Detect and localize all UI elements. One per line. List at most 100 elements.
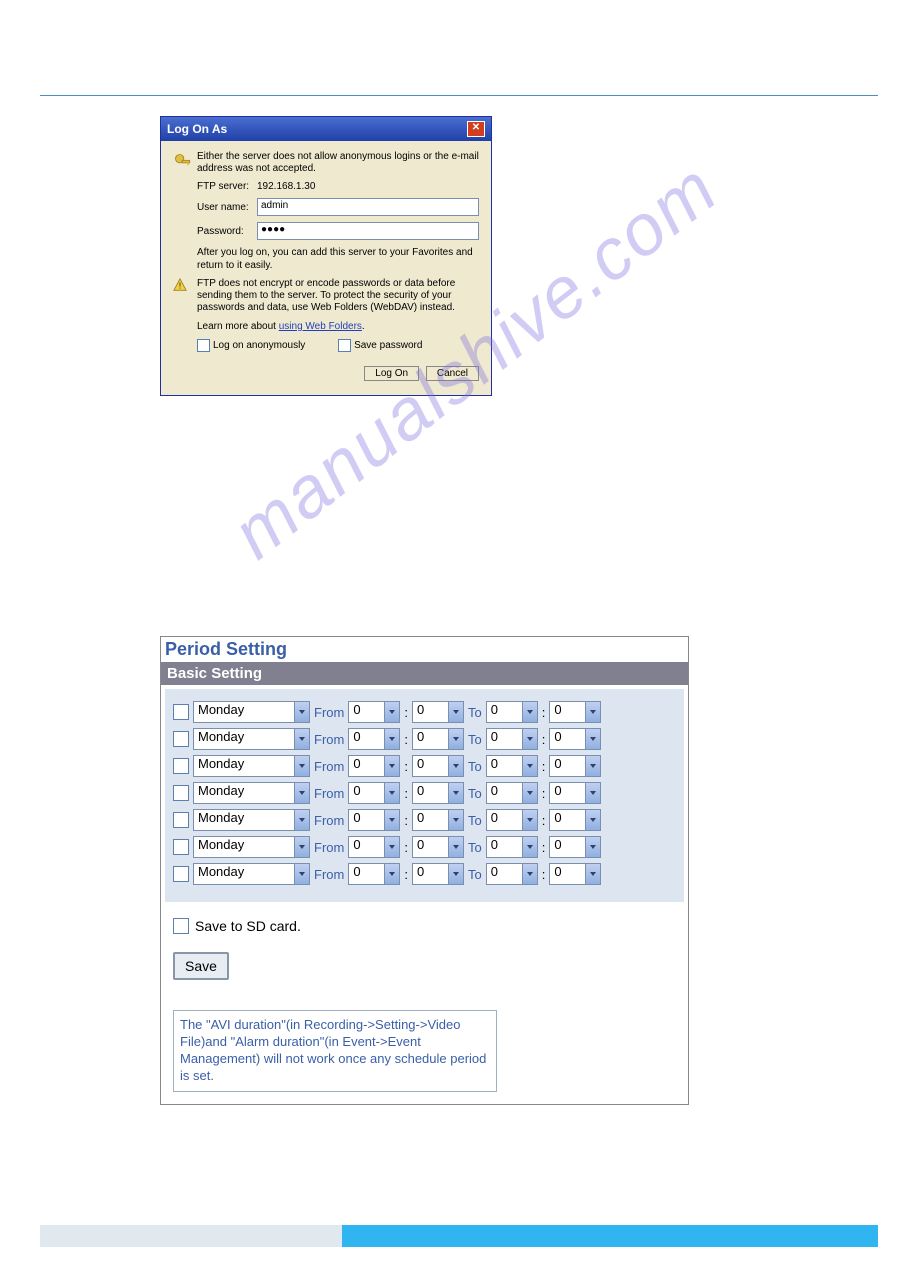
- note-box: The "AVI duration"(in Recording->Setting…: [173, 1010, 497, 1092]
- period-enable-checkbox[interactable]: [173, 839, 189, 855]
- from-min-select[interactable]: 0: [412, 728, 464, 750]
- period-enable-checkbox[interactable]: [173, 704, 189, 720]
- from-label: From: [314, 786, 344, 801]
- from-hour-select[interactable]: 0: [348, 782, 400, 804]
- to-hour-select[interactable]: 0: [486, 701, 538, 723]
- dialog-titlebar: Log On As ✕: [161, 117, 491, 141]
- web-folders-link[interactable]: using Web Folders: [279, 321, 362, 332]
- footer-right: [342, 1225, 878, 1247]
- period-rows-container: MondayFrom0:0To0:0MondayFrom0:0To0:0Mond…: [165, 689, 684, 902]
- footer-bar: [40, 1225, 878, 1247]
- logon-button[interactable]: Log On: [364, 366, 419, 381]
- day-select[interactable]: Monday: [193, 863, 310, 885]
- to-min-select[interactable]: 0: [549, 728, 601, 750]
- day-select[interactable]: Monday: [193, 809, 310, 831]
- password-field[interactable]: ●●●●: [257, 222, 479, 240]
- time-colon: :: [542, 705, 546, 720]
- save-button[interactable]: Save: [173, 952, 229, 980]
- to-hour-select[interactable]: 0: [486, 782, 538, 804]
- from-min-select[interactable]: 0: [412, 809, 464, 831]
- from-label: From: [314, 732, 344, 747]
- day-select[interactable]: Monday: [193, 836, 310, 858]
- period-enable-checkbox[interactable]: [173, 812, 189, 828]
- save-sd-checkbox[interactable]: [173, 918, 189, 934]
- panel-subtitle: Basic Setting: [161, 662, 688, 685]
- to-label: To: [468, 867, 482, 882]
- time-colon: :: [542, 813, 546, 828]
- from-hour-select[interactable]: 0: [348, 836, 400, 858]
- warning-text: FTP does not encrypt or encode passwords…: [197, 278, 479, 314]
- from-hour-select[interactable]: 0: [348, 863, 400, 885]
- period-enable-checkbox[interactable]: [173, 785, 189, 801]
- period-row: MondayFrom0:0To0:0: [173, 728, 676, 750]
- to-min-select[interactable]: 0: [549, 863, 601, 885]
- to-hour-select[interactable]: 0: [486, 836, 538, 858]
- from-hour-select[interactable]: 0: [348, 809, 400, 831]
- time-colon: :: [542, 867, 546, 882]
- to-hour-select[interactable]: 0: [486, 728, 538, 750]
- from-label: From: [314, 705, 344, 720]
- anonymous-checkbox-label: Log on anonymously: [213, 339, 305, 352]
- to-label: To: [468, 840, 482, 855]
- time-colon: :: [542, 732, 546, 747]
- from-label: From: [314, 759, 344, 774]
- password-label: Password:: [197, 226, 257, 237]
- period-row: MondayFrom0:0To0:0: [173, 701, 676, 723]
- ftp-server-label: FTP server:: [197, 181, 257, 192]
- to-label: To: [468, 732, 482, 747]
- period-row: MondayFrom0:0To0:0: [173, 836, 676, 858]
- time-colon: :: [542, 759, 546, 774]
- from-min-select[interactable]: 0: [412, 782, 464, 804]
- from-hour-select[interactable]: 0: [348, 755, 400, 777]
- period-row: MondayFrom0:0To0:0: [173, 809, 676, 831]
- to-min-select[interactable]: 0: [549, 782, 601, 804]
- time-colon: :: [404, 732, 408, 747]
- day-select[interactable]: Monday: [193, 728, 310, 750]
- from-label: From: [314, 867, 344, 882]
- close-icon[interactable]: ✕: [467, 121, 485, 137]
- logon-dialog: Log On As ✕ Either the server does not a…: [160, 116, 492, 396]
- day-select[interactable]: Monday: [193, 701, 310, 723]
- time-colon: :: [404, 786, 408, 801]
- to-label: To: [468, 705, 482, 720]
- to-label: To: [468, 759, 482, 774]
- to-hour-select[interactable]: 0: [486, 809, 538, 831]
- cancel-button[interactable]: Cancel: [426, 366, 479, 381]
- period-enable-checkbox[interactable]: [173, 758, 189, 774]
- from-label: From: [314, 840, 344, 855]
- to-min-select[interactable]: 0: [549, 755, 601, 777]
- from-hour-select[interactable]: 0: [348, 728, 400, 750]
- day-select[interactable]: Monday: [193, 782, 310, 804]
- day-select[interactable]: Monday: [193, 755, 310, 777]
- anonymous-checkbox[interactable]: Log on anonymously: [197, 339, 305, 352]
- to-hour-select[interactable]: 0: [486, 755, 538, 777]
- period-setting-panel: Period Setting Basic Setting Monday From 0…: [160, 636, 689, 1105]
- dialog-title-text: Log On As: [167, 122, 227, 136]
- to-min-select[interactable]: 0: [549, 701, 601, 723]
- from-hour-select[interactable]: 0: [348, 701, 400, 723]
- to-min-select[interactable]: 0: [549, 836, 601, 858]
- from-min-select[interactable]: 0: [412, 863, 464, 885]
- save-password-checkbox[interactable]: Save password: [338, 339, 422, 352]
- footer-left: [40, 1225, 342, 1247]
- from-min-select[interactable]: 0: [412, 836, 464, 858]
- panel-title: Period Setting: [161, 637, 688, 662]
- period-row: MondayFrom0:0To0:0: [173, 863, 676, 885]
- username-field[interactable]: admin: [257, 198, 479, 216]
- key-icon: [173, 152, 197, 175]
- time-colon: :: [404, 840, 408, 855]
- from-min-select[interactable]: 0: [412, 701, 464, 723]
- time-colon: :: [404, 705, 408, 720]
- username-label: User name:: [197, 202, 257, 213]
- period-enable-checkbox[interactable]: [173, 866, 189, 882]
- from-min-select[interactable]: 0: [412, 755, 464, 777]
- to-hour-select[interactable]: 0: [486, 863, 538, 885]
- svg-text:!: !: [179, 282, 181, 291]
- period-enable-checkbox[interactable]: [173, 731, 189, 747]
- time-colon: :: [542, 840, 546, 855]
- to-min-select[interactable]: 0: [549, 809, 601, 831]
- warning-icon: !: [173, 278, 197, 295]
- period-row: MondayFrom0:0To0:0: [173, 782, 676, 804]
- to-label: To: [468, 813, 482, 828]
- ftp-server-value: 192.168.1.30: [257, 181, 315, 192]
